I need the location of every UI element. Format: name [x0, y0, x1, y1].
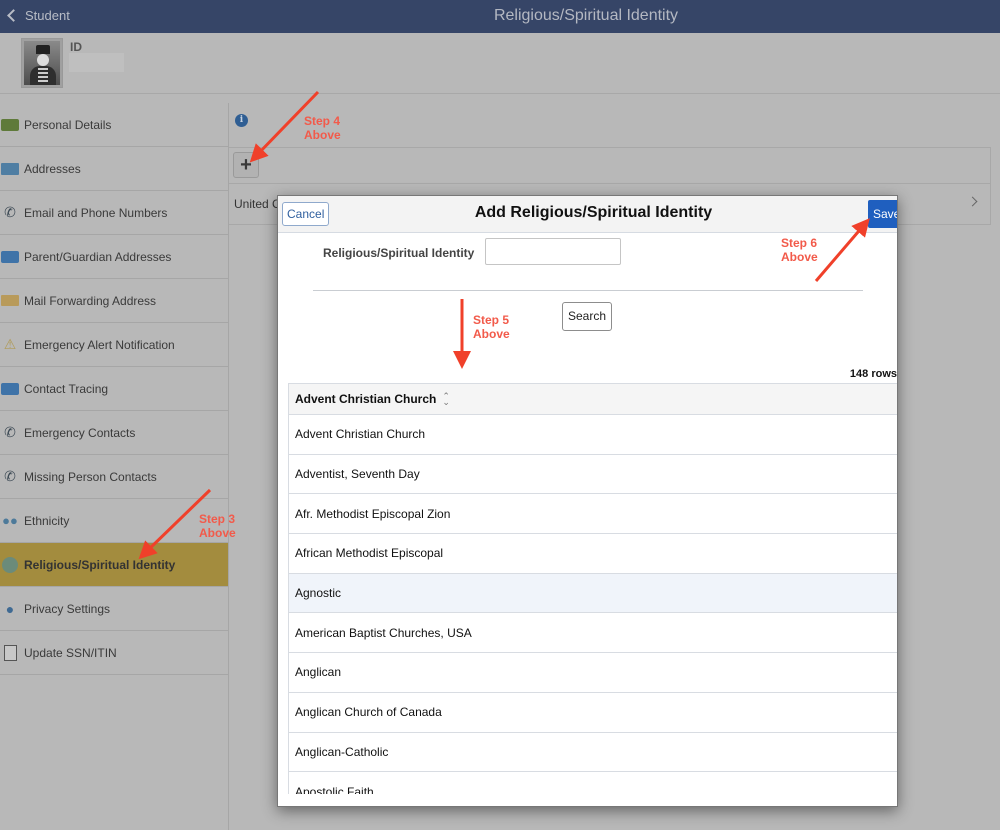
sidebar-item-missing-person-contacts[interactable]: ✆ Missing Person Contacts	[0, 455, 228, 499]
sidebar-item-label: Personal Details	[24, 117, 112, 132]
grid-rows: Advent Christian Church Adventist, Sevent…	[289, 415, 897, 794]
row-label: African Methodist Episcopal	[295, 546, 444, 561]
sidebar-item-emergency-contacts[interactable]: ✆ Emergency Contacts	[0, 411, 228, 455]
sidebar-item-label: Email and Phone Numbers	[24, 205, 168, 220]
people-icon: ●●	[2, 513, 18, 528]
sidebar-item-label: Parent/Guardian Addresses	[24, 249, 172, 264]
table-row[interactable]: African Methodist Episcopal	[289, 534, 897, 574]
annotation-line: Above	[781, 250, 818, 264]
annotation-line: Step 5	[473, 313, 510, 327]
row-label: Apostolic Faith	[295, 784, 374, 794]
add-identity-modal: Cancel Add Religious/Spiritual Identity …	[277, 195, 898, 807]
table-row[interactable]: Afr. Methodist Episcopal Zion	[289, 494, 897, 535]
sidebar-item-email-and-phone-numbers[interactable]: ✆ Email and Phone Numbers	[0, 191, 228, 235]
sidebar-item-label: Emergency Contacts	[24, 425, 136, 440]
sidebar-item-contact-tracing[interactable]: Contact Tracing	[0, 367, 228, 411]
results-grid: Advent Christian Church ⌃ ⌄ Advent Christ…	[288, 383, 897, 794]
warning-icon: ⚠	[3, 336, 17, 352]
table-row[interactable]: Adventist, Seventh Day	[289, 455, 897, 495]
table-row[interactable]: American Baptist Churches, USA	[289, 613, 897, 654]
add-button[interactable]: +	[233, 152, 259, 178]
sidebar-item-label: Addresses	[24, 161, 81, 176]
table-row[interactable]: Apostolic Faith	[289, 772, 897, 794]
annotation-line: Step 4	[304, 114, 341, 128]
sidebar-item-label: Contact Tracing	[24, 381, 109, 396]
contact-card-icon	[0, 249, 20, 265]
search-button[interactable]: Search	[562, 302, 612, 331]
table-row[interactable]: Anglican	[289, 653, 897, 693]
sidebar: Personal Details Addresses ✆ Email and Phon…	[0, 103, 228, 675]
id-value	[69, 53, 124, 72]
search-field-label: Religious/Spiritual Identity	[323, 246, 475, 260]
avatar	[21, 38, 63, 88]
sidebar-item-label: Missing Person Contacts	[24, 469, 157, 484]
sidebar-item-religious-spiritual-identity[interactable]: Religious/Spiritual Identity	[0, 543, 228, 587]
info-icon[interactable]: i	[235, 114, 248, 127]
row-label: Advent Christian Church	[295, 427, 426, 442]
step3-annotation: Step 3 Above	[199, 512, 236, 540]
save-button[interactable]: Save	[868, 200, 897, 228]
modal-title: Add Religious/Spiritual Identity	[474, 204, 713, 221]
phone-email-icon: ✆	[4, 204, 16, 220]
sidebar-item-privacy-settings[interactable]: ● Privacy Settings	[0, 587, 228, 631]
top-bar: Student Religious/Spiritual Identity	[0, 0, 1000, 33]
row-label: Anglican-Catholic	[295, 744, 389, 759]
contact-card-icon	[0, 381, 20, 397]
sidebar-item-mail-forwarding-address[interactable]: Mail Forwarding Address	[0, 279, 228, 323]
chevron-right-icon	[967, 196, 978, 207]
column-header[interactable]: Advent Christian Church ⌃ ⌄	[289, 383, 897, 415]
id-card-icon	[0, 117, 20, 133]
row-count: 148 rows	[849, 368, 897, 380]
sidebar-item-label: Ethnicity	[24, 513, 70, 528]
row-text: United C	[234, 197, 281, 211]
grid-toolbar: +	[229, 148, 990, 184]
sidebar-item-label: Update SSN/ITIN	[24, 645, 117, 660]
document-check-icon	[0, 644, 20, 661]
annotation-line: Step 3	[199, 512, 236, 526]
phone-medical-icon: ✆	[4, 424, 16, 440]
sidebar-item-emergency-alert-notification[interactable]: ⚠ Emergency Alert Notification	[0, 323, 228, 367]
row-label: Adventist, Seventh Day	[295, 467, 420, 482]
envelope-icon	[0, 161, 20, 177]
user-lock-icon: ●	[5, 600, 15, 617]
divider	[313, 290, 863, 291]
identity-search-input[interactable]	[485, 238, 621, 265]
phone-at-icon: ✆	[4, 468, 16, 484]
step6-annotation: Step 6 Above	[781, 236, 818, 264]
id-label: ID	[70, 40, 82, 54]
table-row[interactable]: Advent Christian Church	[289, 415, 897, 455]
mail-icon	[0, 293, 20, 309]
annotation-line: Above	[473, 327, 510, 341]
sidebar-item-label: Mail Forwarding Address	[24, 293, 157, 308]
sort-icon[interactable]: ⌃ ⌄	[442, 392, 450, 407]
sidebar-item-label: Privacy Settings	[24, 601, 111, 616]
page-title: Religious/Spiritual Identity	[493, 7, 679, 24]
table-row[interactable]: Anglican Church of Canada	[289, 693, 897, 733]
annotation-line: Above	[199, 526, 236, 540]
sidebar-item-label: Emergency Alert Notification	[24, 337, 175, 352]
globe-icon	[0, 556, 20, 573]
sidebar-item-label: Religious/Spiritual Identity	[24, 557, 176, 572]
column-header-label: Advent Christian Church	[295, 392, 437, 406]
sidebar-item-personal-details[interactable]: Personal Details	[0, 103, 228, 147]
row-label: American Baptist Churches, USA	[295, 625, 472, 640]
avatar-photo	[24, 41, 60, 85]
step4-annotation: Step 4 Above	[304, 114, 341, 142]
modal-header: Cancel Add Religious/Spiritual Identity …	[278, 196, 897, 233]
annotation-line: Step 6	[781, 236, 818, 250]
sidebar-item-update-ssn-itin[interactable]: Update SSN/ITIN	[0, 631, 228, 675]
annotation-line: Above	[304, 128, 341, 142]
row-label: Agnostic	[295, 586, 342, 601]
step5-annotation: Step 5 Above	[473, 313, 510, 341]
sidebar-item-ethnicity[interactable]: ●● Ethnicity	[0, 499, 228, 543]
sidebar-item-addresses[interactable]: Addresses	[0, 147, 228, 191]
row-label: Afr. Methodist Episcopal Zion	[295, 506, 451, 521]
row-label: Anglican Church of Canada	[295, 705, 442, 720]
row-label: Anglican	[295, 665, 342, 680]
sidebar-item-parent-guardian-addresses[interactable]: Parent/Guardian Addresses	[0, 235, 228, 279]
table-row[interactable]: Anglican-Catholic	[289, 733, 897, 773]
table-row[interactable]: Agnostic	[289, 573, 897, 614]
profile-strip: ID	[0, 33, 1000, 94]
